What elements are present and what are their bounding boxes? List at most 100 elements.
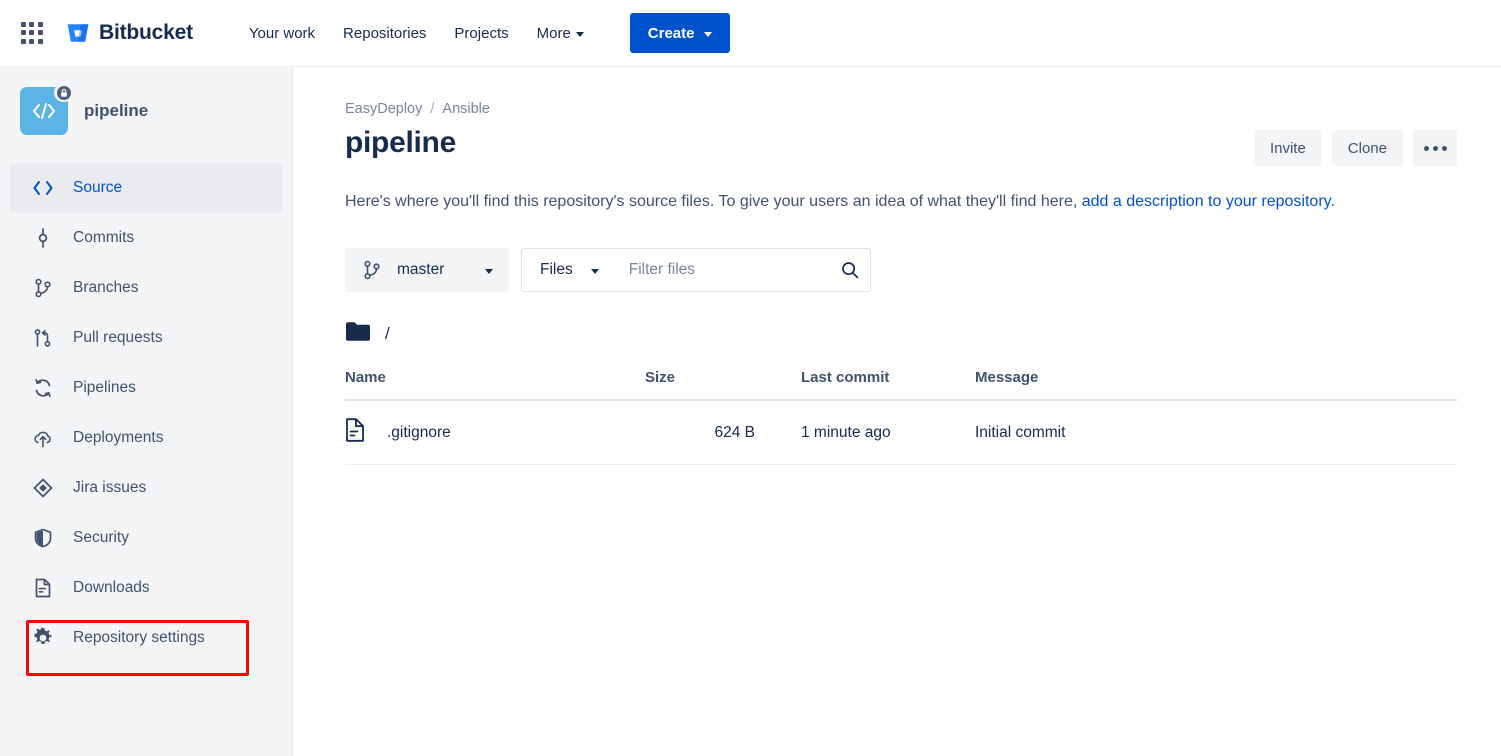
sidebar-item-security[interactable]: Security	[10, 513, 282, 563]
branch-selector[interactable]: master	[345, 248, 509, 293]
sidebar-item-pipelines-label: Pipelines	[73, 379, 136, 396]
sidebar-item-pull-requests-label: Pull requests	[73, 329, 163, 346]
code-brackets-icon	[33, 103, 55, 119]
chevron-down-icon	[575, 31, 584, 37]
page-title: pipeline	[345, 126, 456, 159]
main-content: EasyDeploy / Ansible pipeline Invite Clo…	[294, 67, 1501, 756]
breadcrumb-project[interactable]: Ansible	[442, 101, 490, 117]
private-lock-badge	[54, 83, 73, 102]
downloads-icon	[32, 577, 54, 599]
branch-selector-label: master	[397, 261, 445, 279]
avatar	[20, 83, 73, 135]
table-row[interactable]: .gitignore 624 B 1 minute ago Initial co…	[345, 400, 1457, 466]
files-scope-label: Files	[540, 261, 573, 279]
sidebar-item-security-label: Security	[73, 529, 129, 546]
sidebar-item-deployments-label: Deployments	[73, 429, 164, 446]
primary-nav-links: Your work Repositories Projects More	[235, 17, 598, 50]
title-row: pipeline Invite Clone	[345, 126, 1457, 167]
nav-more-label: More	[536, 24, 571, 42]
cell-message: Initial commit	[915, 400, 1457, 466]
sidebar-item-jira-issues[interactable]: Jira issues	[10, 463, 282, 513]
invite-button[interactable]: Invite	[1253, 129, 1322, 167]
more-actions-button[interactable]	[1413, 129, 1457, 167]
cell-name: .gitignore	[345, 400, 645, 466]
chevron-down-icon	[703, 31, 712, 37]
bitbucket-logo-link[interactable]: Bitbucket	[66, 21, 193, 45]
sidebar-repo-name: pipeline	[84, 101, 149, 120]
nav-repositories[interactable]: Repositories	[329, 17, 440, 50]
sidebar-item-commits[interactable]: Commits	[10, 213, 282, 263]
sidebar-item-source[interactable]: Source	[10, 163, 282, 213]
cell-size: 624 B	[645, 400, 755, 466]
column-header-message[interactable]: Message	[915, 369, 1457, 402]
breadcrumb-workspace[interactable]: EasyDeploy	[345, 101, 422, 117]
file-table-head: Name Size Last commit Message	[345, 369, 1457, 402]
top-navigation-bar: Bitbucket Your work Repositories Project…	[0, 0, 1501, 67]
sidebar-item-pull-requests[interactable]: Pull requests	[10, 313, 282, 363]
sidebar-item-commits-label: Commits	[73, 229, 135, 246]
lock-icon	[56, 85, 71, 100]
repository-header[interactable]: pipeline	[0, 83, 292, 135]
sidebar-item-downloads[interactable]: Downloads	[10, 563, 282, 613]
file-table: Name Size Last commit Message .gitignore…	[345, 369, 1457, 466]
table-header-row: Name Size Last commit Message	[345, 369, 1457, 402]
deployments-icon	[32, 427, 54, 449]
chevron-down-icon	[485, 268, 493, 274]
gear-icon	[32, 627, 54, 649]
nav-your-work-label: Your work	[248, 24, 316, 42]
nav-projects[interactable]: Projects	[440, 17, 522, 50]
nav-projects-label: Projects	[454, 24, 509, 42]
sidebar-item-repository-settings-label: Repository settings	[73, 629, 205, 646]
page-actions: Invite Clone	[1253, 129, 1457, 167]
cell-last-commit: 1 minute ago	[755, 400, 915, 466]
folder-icon	[345, 321, 371, 347]
file-filter-box: Files	[521, 248, 871, 293]
brand-name: Bitbucket	[99, 21, 193, 44]
commit-icon	[32, 227, 54, 249]
sidebar-item-repository-settings[interactable]: Repository settings	[10, 613, 282, 676]
bitbucket-logo-icon	[67, 24, 89, 42]
filter-files-input[interactable]	[612, 261, 841, 280]
chevron-down-icon	[590, 268, 599, 274]
add-description-link[interactable]: add a description to your repository.	[1082, 193, 1335, 210]
clone-button[interactable]: Clone	[1331, 129, 1403, 167]
file-name-link[interactable]: .gitignore	[387, 424, 451, 442]
grid-apps-icon[interactable]	[16, 17, 48, 49]
breadcrumb: EasyDeploy / Ansible	[345, 101, 1457, 117]
files-scope-select[interactable]: Files	[522, 249, 613, 291]
description-text: Here's where you'll find this repository…	[345, 193, 1082, 210]
nav-your-work[interactable]: Your work	[235, 17, 329, 50]
source-toolbar: master Files	[345, 248, 1457, 293]
sidebar-item-downloads-label: Downloads	[73, 579, 150, 596]
nav-more[interactable]: More	[523, 17, 598, 50]
sidebar-item-branches-label: Branches	[73, 279, 139, 296]
create-button-label: Create	[647, 24, 695, 42]
jira-icon	[32, 477, 54, 499]
branch-icon	[32, 277, 54, 299]
nav-repositories-label: Repositories	[343, 24, 427, 42]
search-icon[interactable]	[841, 261, 875, 279]
branch-icon	[361, 259, 383, 281]
create-button[interactable]: Create	[629, 13, 730, 53]
code-brackets-icon	[32, 177, 54, 199]
file-icon	[345, 418, 365, 447]
column-header-size[interactable]: Size	[645, 369, 755, 402]
sidebar-item-branches[interactable]: Branches	[10, 263, 282, 313]
file-table-body: .gitignore 624 B 1 minute ago Initial co…	[345, 400, 1457, 466]
ellipsis-icon	[1423, 145, 1447, 151]
sidebar-item-source-label: Source	[73, 179, 123, 196]
repository-sidebar: pipeline Source Commits Branches Pull re…	[0, 67, 293, 756]
breadcrumb-separator: /	[430, 101, 435, 117]
path-root-label[interactable]: /	[385, 324, 390, 344]
shield-icon	[32, 527, 54, 549]
column-header-last-commit[interactable]: Last commit	[755, 369, 915, 402]
sidebar-item-jira-issues-label: Jira issues	[73, 479, 147, 496]
path-breadcrumb: /	[345, 322, 1457, 346]
sidebar-nav-list: Source Commits Branches Pull requests Pi…	[0, 163, 292, 676]
sidebar-item-deployments[interactable]: Deployments	[10, 413, 282, 463]
column-header-name[interactable]: Name	[345, 369, 645, 402]
sidebar-item-pipelines[interactable]: Pipelines	[10, 363, 282, 413]
repository-description-prompt: Here's where you'll find this repository…	[345, 191, 1457, 213]
pipelines-icon	[32, 377, 54, 399]
pull-request-icon	[32, 327, 54, 349]
